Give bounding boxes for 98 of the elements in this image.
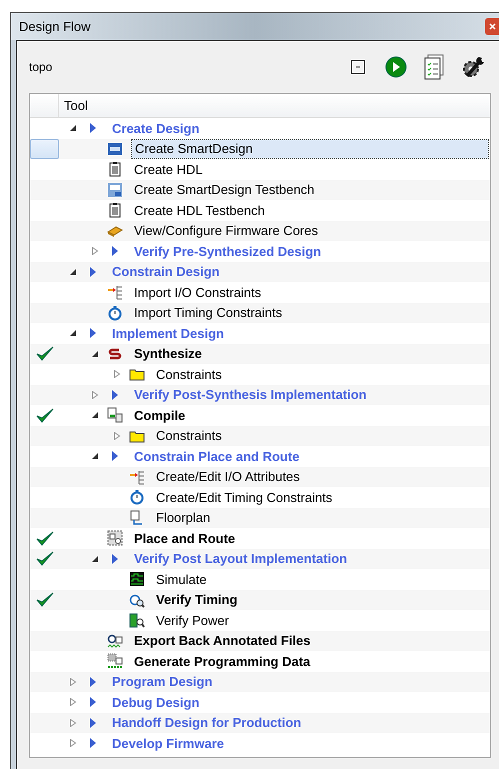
tree-row[interactable]: Constrain Design bbox=[30, 262, 490, 282]
sd-icon bbox=[107, 140, 123, 157]
play-triangle-icon bbox=[89, 676, 97, 688]
sd-testbench-icon bbox=[107, 182, 123, 198]
place-route-icon bbox=[107, 530, 123, 546]
tool-label: Create HDL bbox=[133, 160, 203, 178]
report-button[interactable] bbox=[423, 54, 445, 80]
group-label: Constrain Design bbox=[111, 263, 220, 281]
tree-row[interactable]: View/Configure Firmware Cores bbox=[30, 220, 490, 241]
tool-label: Create/Edit I/O Attributes bbox=[155, 468, 300, 486]
play-triangle-icon bbox=[111, 388, 119, 401]
checklist-icon bbox=[424, 54, 444, 80]
stopwatch-icon bbox=[107, 304, 123, 321]
tool-label: Floorplan bbox=[155, 509, 210, 527]
collapse-icon bbox=[351, 60, 365, 74]
group-label: Develop Firmware bbox=[111, 734, 224, 753]
collapsed-arrow-icon[interactable] bbox=[113, 432, 121, 440]
waveform-icon bbox=[129, 571, 145, 588]
collapsed-arrow-icon[interactable] bbox=[91, 390, 99, 399]
tool-label: Create SmartDesign bbox=[134, 140, 253, 158]
play-triangle-icon bbox=[89, 716, 97, 729]
export-annotated-icon bbox=[107, 632, 123, 649]
expanded-arrow-icon[interactable] bbox=[91, 411, 99, 420]
battery-magnifier-icon bbox=[129, 612, 145, 628]
tool-label: Constraints bbox=[155, 366, 222, 384]
group-label: Constrain Place and Route bbox=[133, 448, 300, 466]
close-button[interactable] bbox=[485, 18, 499, 35]
collapsed-arrow-icon[interactable] bbox=[91, 247, 99, 256]
tool-label: Create HDL Testbench bbox=[133, 202, 265, 220]
tool-label: Verify Power bbox=[155, 612, 229, 630]
group-label: Create Design bbox=[111, 120, 200, 138]
tree-row[interactable]: Constraints bbox=[30, 426, 490, 446]
tree-row[interactable]: Create SmartDesign Testbench bbox=[30, 180, 490, 200]
tree-row[interactable]: Export Back Annotated Files bbox=[30, 630, 490, 651]
collapsed-arrow-icon[interactable] bbox=[69, 698, 77, 706]
tree-row[interactable]: Verify Timing bbox=[30, 590, 490, 610]
tool-label: Compile bbox=[133, 406, 186, 425]
play-triangle-icon bbox=[111, 450, 119, 462]
group-label: Handoff Design for Production bbox=[111, 714, 302, 732]
collapsed-arrow-icon[interactable] bbox=[69, 678, 77, 686]
play-triangle-icon bbox=[89, 737, 97, 750]
import-arrow-icon bbox=[107, 284, 123, 300]
play-triangle-icon bbox=[111, 552, 119, 565]
play-triangle-icon bbox=[89, 696, 97, 708]
run-button[interactable] bbox=[385, 56, 407, 78]
tree-row[interactable]: Floorplan bbox=[30, 508, 490, 528]
tool-label: Simulate bbox=[155, 570, 207, 588]
tree-row[interactable]: Create/Edit I/O Attributes bbox=[30, 466, 490, 487]
expanded-arrow-icon[interactable] bbox=[69, 329, 77, 338]
tool-label: Import I/O Constraints bbox=[133, 284, 262, 302]
tree-row[interactable]: Verify Post Layout Implementation bbox=[30, 548, 490, 569]
tool-label: Place and Route bbox=[133, 530, 236, 548]
stopwatch-icon bbox=[129, 489, 145, 506]
compile-icon bbox=[107, 407, 123, 424]
tool-label: Create/Edit Timing Constraints bbox=[155, 488, 332, 507]
tree-row[interactable]: Import Timing Constraints bbox=[30, 302, 490, 323]
window-title: Design Flow bbox=[19, 18, 91, 36]
import-arrow-icon bbox=[129, 468, 145, 485]
tree-row[interactable]: Create SmartDesign bbox=[30, 138, 490, 159]
tool-label: Constraints bbox=[155, 427, 222, 445]
play-triangle-icon bbox=[111, 245, 119, 258]
tool-label: View/Configure Firmware Cores bbox=[133, 222, 318, 240]
tree-row[interactable]: Handoff Design for Production bbox=[30, 712, 490, 733]
clipboard-icon bbox=[107, 202, 123, 218]
expanded-arrow-icon[interactable] bbox=[91, 350, 99, 358]
clipboard-icon bbox=[107, 161, 123, 178]
tool-label: Synthesize bbox=[133, 345, 202, 363]
gear-wrench-icon bbox=[461, 54, 487, 80]
group-label: Debug Design bbox=[111, 694, 200, 712]
tool-label: Generate Programming Data bbox=[133, 652, 310, 671]
tool-label: Export Back Annotated Files bbox=[133, 632, 310, 650]
expanded-arrow-icon[interactable] bbox=[91, 452, 99, 460]
expanded-arrow-icon[interactable] bbox=[69, 268, 77, 276]
programming-data-icon bbox=[107, 653, 123, 670]
tool-label: Create SmartDesign Testbench bbox=[133, 181, 314, 199]
floorplan-icon bbox=[129, 510, 145, 526]
tree-row[interactable]: Program Design bbox=[30, 672, 490, 692]
group-label: Implement Design bbox=[111, 324, 224, 343]
close-icon bbox=[488, 23, 496, 30]
group-label: Verify Post Layout Implementation bbox=[133, 550, 348, 568]
group-label: Program Design bbox=[111, 673, 212, 691]
design-name: topo bbox=[29, 59, 52, 76]
collapsed-arrow-icon[interactable] bbox=[69, 739, 77, 748]
collapsed-arrow-icon[interactable] bbox=[113, 370, 121, 378]
expanded-arrow-icon[interactable] bbox=[91, 554, 99, 563]
play-triangle-icon bbox=[89, 327, 97, 340]
play-triangle-icon bbox=[89, 122, 97, 134]
tool-label: Import Timing Constraints bbox=[133, 304, 282, 322]
tree-row[interactable]: Verify Post-Synthesis Implementation bbox=[30, 384, 490, 405]
group-label: Verify Pre-Synthesized Design bbox=[133, 242, 322, 261]
tree-row[interactable]: Synthesize bbox=[30, 344, 490, 364]
tool-label: Verify Timing bbox=[155, 591, 238, 609]
collapsed-arrow-icon[interactable] bbox=[69, 718, 77, 727]
expanded-arrow-icon[interactable] bbox=[69, 124, 77, 132]
settings-button[interactable] bbox=[461, 54, 487, 80]
group-label: Verify Post-Synthesis Implementation bbox=[133, 386, 367, 404]
play-triangle-icon bbox=[89, 266, 97, 278]
play-icon bbox=[385, 56, 407, 78]
